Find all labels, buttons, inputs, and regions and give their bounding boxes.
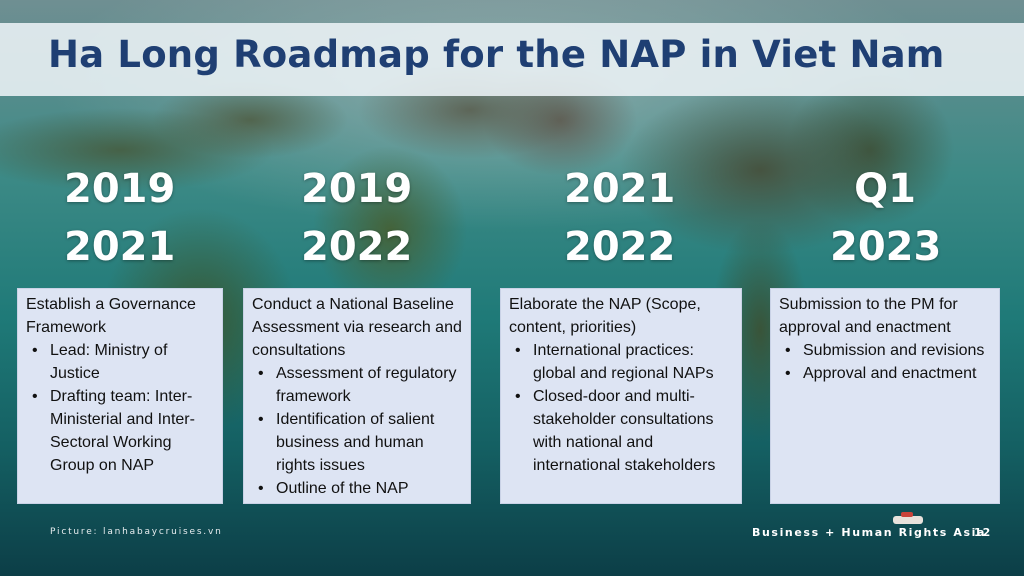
- milestone-4-box: Submission to the PM for approval and en…: [770, 288, 1000, 504]
- milestone-1-bullet: Lead: Ministry of Justice: [26, 339, 216, 385]
- brand-name: Business + Human Rights Asia: [752, 526, 987, 539]
- milestone-3-bullet: International practices: global and regi…: [509, 339, 735, 385]
- milestone-2-date-line1: 2019: [301, 166, 413, 212]
- boat-image: [893, 512, 923, 524]
- milestone-2-box: Conduct a National Baseline Assessment v…: [243, 288, 471, 504]
- milestone-2-bullets: Assessment of regulatory framework Ident…: [252, 362, 464, 500]
- milestone-1-date: 2019 2021: [64, 160, 176, 276]
- milestone-2-bullet: Assessment of regulatory framework: [252, 362, 464, 408]
- milestone-1-heading: Establish a Governance Framework: [26, 296, 196, 336]
- milestone-1-box: Establish a Governance Framework Lead: M…: [17, 288, 223, 504]
- milestone-3-date-line1: 2021: [564, 166, 676, 212]
- milestone-4-date-line1: Q1: [854, 166, 916, 212]
- slide: Ha Long Roadmap for the NAP in Viet Nam …: [0, 0, 1024, 576]
- milestone-3-bullet: Closed-door and multi-stakeholder consul…: [509, 385, 735, 477]
- milestone-2-heading: Conduct a National Baseline Assessment v…: [252, 296, 462, 359]
- milestone-4-date: Q1 2023: [830, 160, 942, 276]
- milestone-2-bullet: Identification of salient business and h…: [252, 408, 464, 477]
- slide-title: Ha Long Roadmap for the NAP in Viet Nam: [48, 33, 945, 76]
- milestone-3-box: Elaborate the NAP (Scope, content, prior…: [500, 288, 742, 504]
- milestone-3-heading: Elaborate the NAP (Scope, content, prior…: [509, 296, 701, 336]
- picture-credit: Picture: lanhabaycruises.vn: [50, 527, 223, 537]
- milestone-1-bullet: Drafting team: Inter-Ministerial and Int…: [26, 385, 216, 477]
- milestone-1-date-line2: 2021: [64, 224, 176, 270]
- milestone-4-bullets: Submission and revisions Approval and en…: [779, 339, 993, 385]
- milestone-4-heading: Submission to the PM for approval and en…: [779, 296, 958, 336]
- milestone-4-bullet: Approval and enactment: [779, 362, 993, 385]
- page-number: 12: [974, 526, 992, 539]
- milestone-4-bullet: Submission and revisions: [779, 339, 993, 362]
- milestone-2-bullet: Outline of the NAP: [252, 477, 464, 500]
- milestone-4-date-line2: 2023: [830, 224, 942, 270]
- milestone-1-date-line1: 2019: [64, 166, 176, 212]
- milestone-3-date: 2021 2022: [564, 160, 676, 276]
- milestone-1-bullets: Lead: Ministry of Justice Drafting team:…: [26, 339, 216, 477]
- milestone-3-date-line2: 2022: [564, 224, 676, 270]
- milestone-3-bullets: International practices: global and regi…: [509, 339, 735, 477]
- milestone-2-date: 2019 2022: [301, 160, 413, 276]
- milestone-2-date-line2: 2022: [301, 224, 413, 270]
